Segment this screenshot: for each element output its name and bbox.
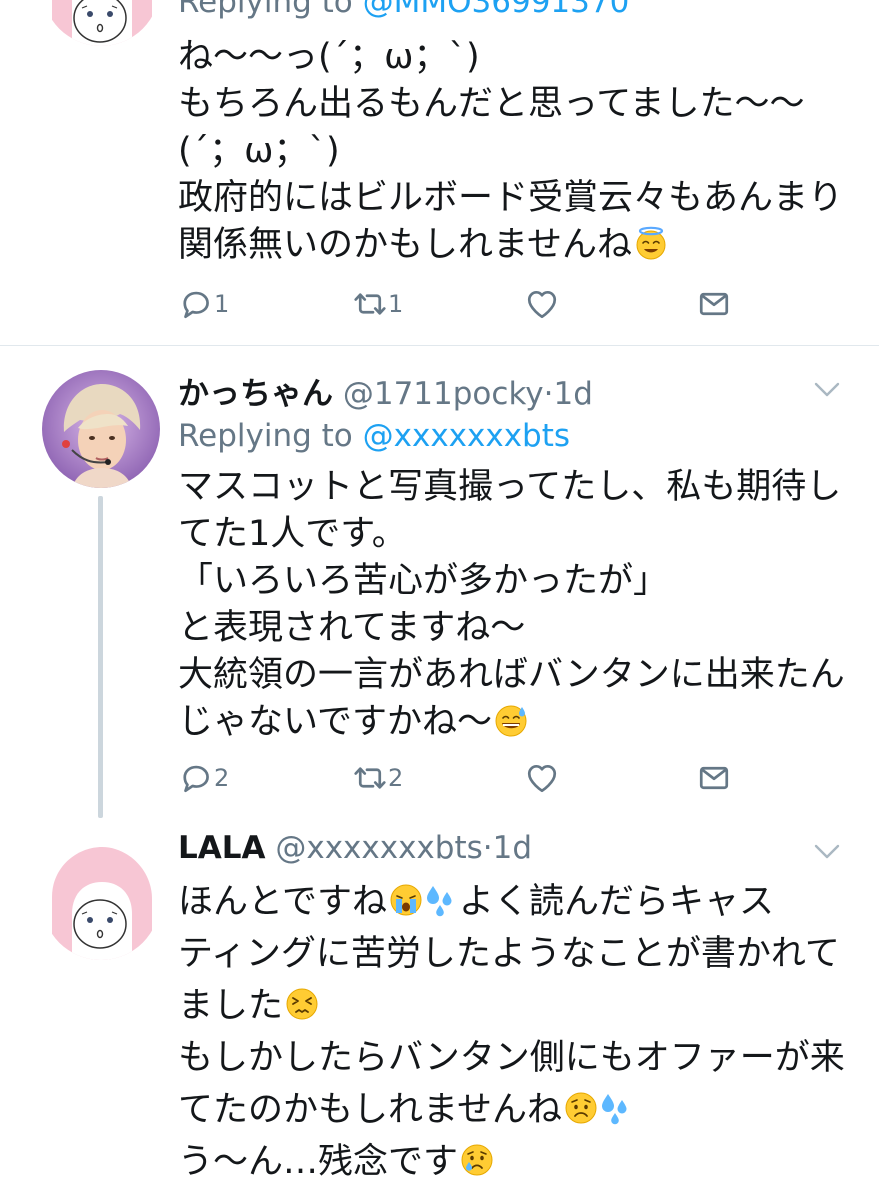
chevron-down-icon[interactable]	[813, 842, 841, 862]
text-line: もちろん出るもんだと思ってました〜〜	[178, 84, 805, 124]
text-line: 大統領の一言があればバンタンに出来たん	[178, 655, 845, 695]
sweat-smile-emoji-icon	[494, 703, 528, 737]
replying-to: Replying to @xxxxxxxbts	[178, 418, 570, 454]
dm-button[interactable]	[696, 286, 732, 322]
reply-button[interactable]: 2	[178, 760, 229, 796]
text-line-with-emoji: う〜ん…残念です	[178, 1136, 858, 1188]
tweet-header: かっちゃん @1711pocky·1d	[178, 368, 593, 413]
text-line: (´；ω；`)	[178, 131, 340, 171]
retweet-count: 2	[388, 764, 404, 792]
user-handle[interactable]: @xxxxxxxbts	[275, 830, 482, 866]
display-name[interactable]: かっちゃん	[178, 376, 333, 412]
persevering-emoji-icon	[285, 987, 319, 1021]
tweet-1[interactable]: Replying to @MMO36991370 ね〜〜っ(´；ω；`) もちろ…	[0, 0, 879, 345]
avatar[interactable]	[42, 0, 160, 46]
replying-to: Replying to @MMO36991370	[178, 0, 629, 20]
text-line: マスコットと写真撮ってたし、私も期待し	[178, 467, 842, 507]
mention-link[interactable]: @xxxxxxxbts	[363, 418, 570, 454]
user-handle[interactable]: @1711pocky	[343, 376, 544, 412]
like-button[interactable]	[524, 760, 560, 796]
text-segment: 関係無いのかもしれませんね	[178, 225, 632, 265]
timestamp[interactable]: 1d	[554, 376, 593, 412]
tweet-text: ほんとですね よく読んだらキャス ティングに苦労したようなことが書かれて ました …	[178, 876, 858, 1188]
like-button[interactable]	[524, 286, 560, 322]
dm-button[interactable]	[696, 760, 732, 796]
reply-count: 1	[214, 290, 230, 318]
avatar[interactable]	[42, 370, 160, 488]
reply-icon	[178, 286, 214, 322]
text-line-with-emoji: ました	[178, 980, 858, 1032]
reply-button[interactable]: 1	[178, 286, 229, 322]
text-segment: よく読んだらキャス	[458, 882, 774, 922]
tweet-actions: 1 1	[178, 286, 738, 326]
text-line: ね〜〜っ(´；ω；`)	[178, 37, 480, 77]
text-segment: う〜ん…残念です	[178, 1142, 459, 1182]
heart-icon	[524, 760, 560, 796]
mention-link[interactable]: @MMO36991370	[363, 0, 630, 20]
separator: ·	[543, 376, 554, 412]
chevron-down-icon[interactable]	[813, 380, 841, 400]
tweet-2[interactable]: かっちゃん @1711pocky·1d Replying to @xxxxxxx…	[0, 346, 879, 826]
tweet-text: マスコットと写真撮ってたし、私も期待し てた1人です。 「いろいろ苦心が多かった…	[178, 464, 858, 746]
timestamp[interactable]: 1d	[493, 830, 532, 866]
tweet-header: LALA @xxxxxxxbts·1d	[178, 830, 532, 866]
text-line: てた1人です。	[178, 514, 407, 554]
tweet-3[interactable]: LALA @xxxxxxxbts·1d ほんとですね よく読んだらキャス ティング…	[0, 826, 879, 1200]
heart-icon	[524, 286, 560, 322]
text-line: と表現されてますね〜	[178, 608, 526, 648]
retweet-icon	[352, 286, 388, 322]
text-line-with-emoji: 関係無いのかもしれませんね	[178, 222, 858, 269]
envelope-icon	[696, 286, 732, 322]
text-line-with-emoji: じゃないですかね〜	[178, 699, 858, 746]
text-segment: ました	[178, 986, 284, 1026]
text-segment: てたのかもしれませんね	[178, 1090, 562, 1130]
envelope-icon	[696, 760, 732, 796]
retweet-button[interactable]: 1	[352, 286, 403, 322]
display-name[interactable]: LALA	[178, 830, 266, 866]
replying-prefix: Replying to	[178, 418, 363, 454]
text-line: もしかしたらバンタン側にもオファーが来	[178, 1038, 845, 1078]
text-segment: じゃないですかね〜	[178, 702, 492, 742]
tweet-actions: 2 2	[178, 760, 738, 800]
tweet-text: ね〜〜っ(´；ω；`) もちろん出るもんだと思ってました〜〜 (´；ω；`) 政…	[178, 34, 858, 269]
reply-count: 2	[214, 764, 230, 792]
separator: ·	[482, 830, 493, 866]
thread-connector	[98, 496, 103, 818]
sweat-droplets-emoji-icon	[425, 883, 459, 917]
text-line: 政府的にはビルボード受賞云々もあんまり	[178, 178, 844, 218]
retweet-count: 1	[388, 290, 404, 318]
text-line-with-emoji: てたのかもしれませんね	[178, 1084, 858, 1136]
avatar[interactable]	[42, 842, 160, 960]
worried-emoji-icon	[564, 1091, 598, 1125]
loudly-crying-emoji-icon	[389, 883, 423, 917]
retweet-icon	[352, 760, 388, 796]
retweet-button[interactable]: 2	[352, 760, 403, 796]
text-line: 「いろいろ苦心が多かったが」	[178, 561, 669, 601]
replying-prefix: Replying to	[178, 0, 363, 20]
text-line: ティングに苦労したようなことが書かれて	[178, 934, 840, 974]
reply-icon	[178, 760, 214, 796]
halo-emoji-icon	[634, 226, 668, 260]
text-segment: ほんとですね	[178, 882, 387, 922]
text-line-with-emoji: ほんとですね よく読んだらキャス	[178, 876, 858, 928]
crying-emoji-icon	[460, 1143, 494, 1177]
sweat-droplets-emoji-icon	[600, 1091, 634, 1125]
